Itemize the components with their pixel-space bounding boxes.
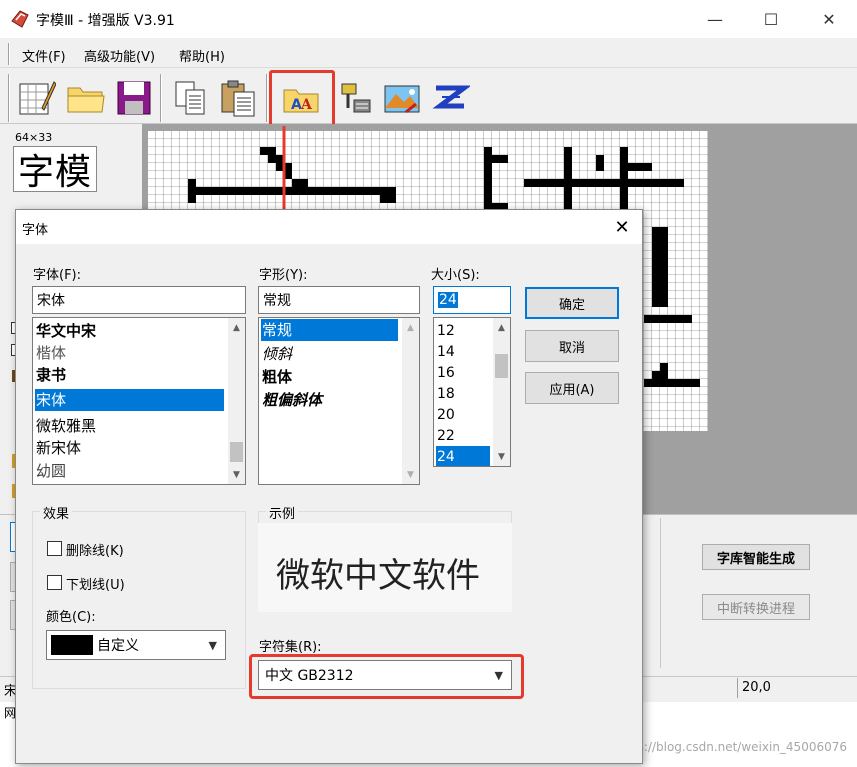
font-style-label: 字形(Y): bbox=[259, 268, 308, 283]
chevron-down-icon: ▼ bbox=[208, 639, 217, 652]
watermark: https://blog.csdn.net/weixin_45006076 bbox=[612, 740, 847, 754]
sample-title: 示例 bbox=[266, 503, 299, 522]
ok-button[interactable]: 确定 bbox=[525, 287, 619, 319]
new-icon[interactable] bbox=[14, 76, 58, 120]
menu-grip bbox=[8, 43, 10, 65]
size-list-item[interactable]: 12 bbox=[436, 320, 491, 342]
color-swatch bbox=[51, 635, 93, 655]
color-label: 颜色(C): bbox=[46, 610, 96, 625]
color-value: 自定义 bbox=[97, 638, 139, 654]
font-size-label: 大小(S): bbox=[431, 268, 480, 283]
underline-label: 下划线(U) bbox=[66, 578, 125, 593]
menu-help[interactable]: 帮助(H) bbox=[179, 46, 225, 65]
font-style-list[interactable]: 常规 倾斜 粗体 粗偏斜体 ▲ ▼ bbox=[258, 317, 420, 485]
toolbar-grip bbox=[8, 74, 10, 122]
font-list-item[interactable]: 微软雅黑 bbox=[35, 415, 228, 437]
zoom-icon[interactable] bbox=[428, 76, 472, 120]
font-size-list[interactable]: 12 14 16 18 20 22 24 ▲ ▼ bbox=[433, 317, 511, 467]
copy-icon[interactable] bbox=[168, 76, 212, 120]
scroll-up-icon[interactable]: ▲ bbox=[228, 319, 245, 336]
size-list-item-selected[interactable]: 24 bbox=[436, 446, 490, 466]
dialog-title-bar bbox=[16, 210, 642, 244]
font-list-item[interactable]: 华文中宋 bbox=[35, 320, 228, 342]
size-list-item[interactable]: 22 bbox=[436, 425, 491, 447]
scroll-up-icon[interactable]: ▲ bbox=[493, 319, 510, 336]
strikeout-checkbox[interactable] bbox=[47, 541, 62, 556]
close-button[interactable]: ✕ bbox=[806, 0, 852, 38]
font-size-input[interactable]: 24 bbox=[433, 286, 511, 314]
status-divider bbox=[737, 678, 738, 698]
font-list-item[interactable]: 幼圆 bbox=[35, 460, 228, 482]
apply-button[interactable]: 应用(A) bbox=[525, 372, 619, 404]
style-list-item[interactable]: 粗偏斜体 bbox=[261, 389, 401, 411]
scroll-thumb[interactable] bbox=[495, 354, 508, 378]
maximize-button[interactable]: ☐ bbox=[748, 0, 794, 38]
underline-checkbox[interactable] bbox=[47, 575, 62, 590]
font-size-value: 24 bbox=[438, 292, 458, 308]
font-list-item[interactable]: 隶书 bbox=[35, 364, 228, 386]
font-list-item[interactable]: 楷体 bbox=[35, 342, 228, 364]
status-coordinate: 20,0 bbox=[742, 680, 771, 695]
size-list-item[interactable]: 16 bbox=[436, 362, 491, 384]
style-list-scrollbar[interactable]: ▲ ▼ bbox=[402, 318, 419, 484]
charset-highlight-box bbox=[249, 654, 524, 699]
font-style-input[interactable]: 常规 bbox=[258, 286, 420, 314]
scroll-thumb[interactable] bbox=[230, 442, 243, 462]
save-icon[interactable] bbox=[112, 76, 156, 120]
minimize-button[interactable]: — bbox=[692, 0, 738, 38]
open-folder-icon[interactable] bbox=[64, 76, 108, 120]
menu-file[interactable]: 文件(F) bbox=[22, 46, 66, 65]
style-list-item-selected[interactable]: 常规 bbox=[261, 319, 398, 341]
toolbar-highlight-box bbox=[269, 70, 335, 128]
right-control-group bbox=[660, 518, 857, 668]
glyph-preview: 字模 bbox=[13, 146, 97, 193]
charset-label: 字符集(R): bbox=[259, 640, 322, 655]
style-list-item[interactable]: 倾斜 bbox=[261, 343, 401, 365]
cancel-button[interactable]: 取消 bbox=[525, 330, 619, 362]
window-title: 字模Ⅲ - 增强版 V3.91 bbox=[36, 13, 175, 29]
paste-icon[interactable] bbox=[216, 76, 260, 120]
font-list-scrollbar[interactable]: ▲ ▼ bbox=[228, 318, 245, 484]
menu-advanced[interactable]: 高级功能(V) bbox=[84, 46, 155, 65]
effects-group bbox=[32, 511, 246, 689]
generate-font-button[interactable]: 字库智能生成 bbox=[702, 544, 810, 570]
scroll-down-icon[interactable]: ▼ bbox=[228, 466, 245, 483]
toolbar-separator bbox=[266, 74, 268, 122]
sample-text: 微软中文软件 bbox=[276, 556, 480, 596]
strikeout-label: 删除线(K) bbox=[66, 544, 124, 559]
font-family-list[interactable]: 华文中宋 楷体 隶书 宋体 微软雅黑 新宋体 幼圆 ▲ ▼ bbox=[32, 317, 246, 485]
font-family-input[interactable]: 宋体 bbox=[32, 286, 246, 314]
image-icon[interactable] bbox=[380, 76, 424, 120]
font-family-label: 字体(F): bbox=[33, 268, 82, 283]
size-list-item[interactable]: 18 bbox=[436, 383, 491, 405]
font-list-item-selected[interactable]: 宋体 bbox=[35, 389, 224, 411]
app-window: 字模Ⅲ - 增强版 V3.91 — ☐ ✕ 文件(F) 高级功能(V) 帮助(H… bbox=[0, 0, 857, 767]
interrupt-button[interactable]: 中断转换进程 bbox=[702, 594, 810, 620]
scroll-down-icon[interactable]: ▼ bbox=[402, 466, 419, 483]
app-logo-icon bbox=[10, 9, 30, 29]
style-list-item[interactable]: 粗体 bbox=[261, 366, 401, 388]
size-list-item[interactable]: 20 bbox=[436, 404, 491, 426]
font-list-item[interactable]: 新宋体 bbox=[35, 437, 228, 459]
scroll-down-icon[interactable]: ▼ bbox=[493, 448, 510, 465]
scroll-up-icon[interactable]: ▲ bbox=[402, 319, 419, 336]
size-list-scrollbar[interactable]: ▲ ▼ bbox=[493, 318, 510, 466]
toolbar-separator bbox=[160, 74, 162, 122]
color-select[interactable]: 自定义 ▼ bbox=[46, 630, 226, 660]
settings-icon[interactable] bbox=[332, 76, 376, 120]
dialog-title: 字体 bbox=[22, 223, 49, 238]
dialog-close-button[interactable]: ✕ bbox=[608, 214, 636, 240]
effects-title: 效果 bbox=[40, 503, 73, 522]
size-list-item[interactable]: 14 bbox=[436, 341, 491, 363]
